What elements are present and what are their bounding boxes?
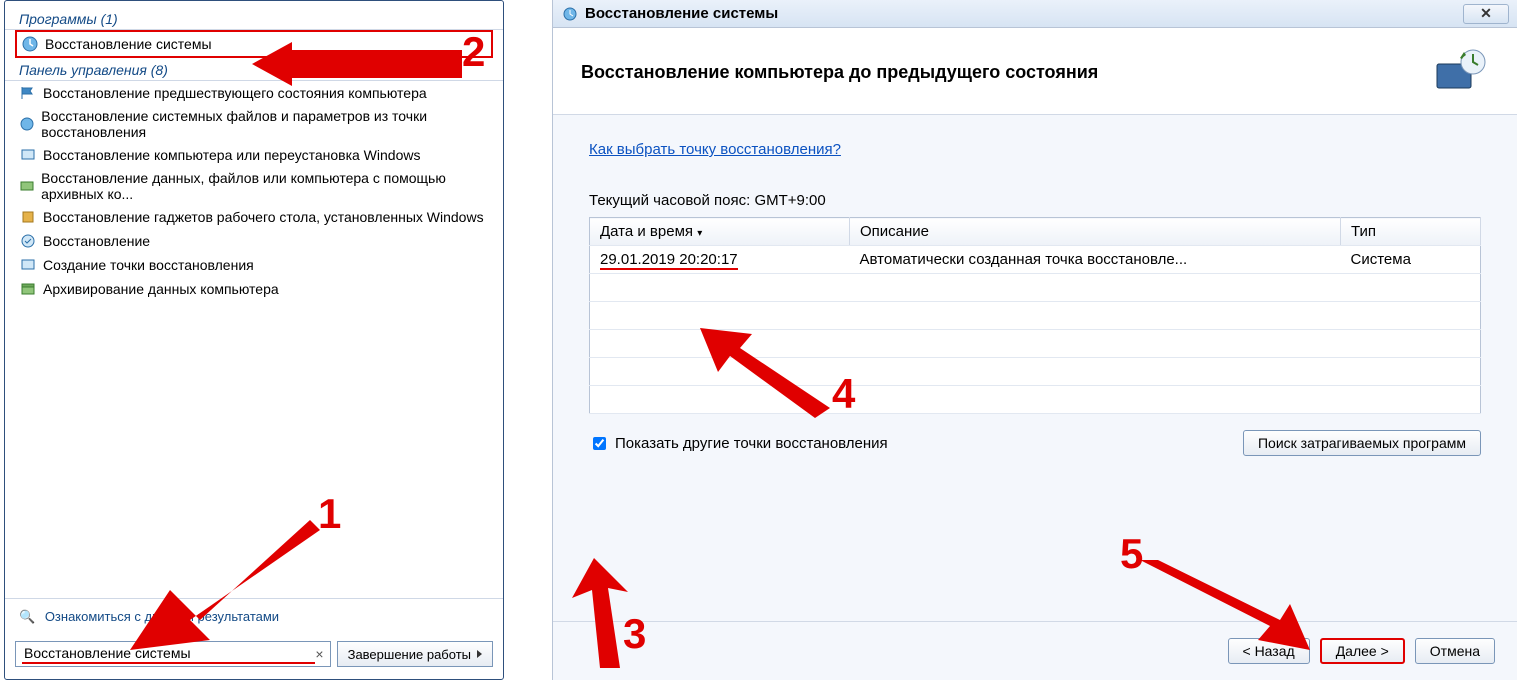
table-row	[590, 386, 1481, 414]
cell-type: Система	[1341, 246, 1481, 274]
cancel-button[interactable]: Отмена	[1415, 638, 1495, 664]
section-cp-header: Панель управления (8)	[5, 58, 503, 81]
table-row	[590, 358, 1481, 386]
restore-icon	[561, 5, 579, 23]
cp-label: Восстановление компьютера или переустано…	[43, 147, 420, 163]
annotation-number: 3	[623, 610, 646, 658]
annotation-number: 5	[1120, 530, 1143, 578]
wizard-footer: < Назад Далее > Отмена	[553, 621, 1517, 680]
flag-icon	[19, 84, 37, 102]
window-title: Восстановление системы	[585, 5, 778, 22]
search-input[interactable]	[22, 644, 315, 664]
col-date[interactable]: Дата и время ▾	[590, 218, 850, 246]
cp-item[interactable]: Восстановление	[5, 229, 503, 253]
help-link[interactable]: Как выбрать точку восстановления?	[589, 141, 1481, 158]
cell-desc: Автоматически созданная точка восстановл…	[850, 246, 1341, 274]
restore-icon	[19, 115, 35, 133]
cp-label: Восстановление гаджетов рабочего стола, …	[43, 209, 484, 225]
more-results-link[interactable]: 🔍 Ознакомиться с другими результатами	[5, 598, 503, 635]
search-icon: 🔍	[19, 609, 35, 624]
cp-item[interactable]: Восстановление данных, файлов или компью…	[5, 167, 503, 205]
annotation-number: 2	[462, 28, 485, 76]
gadget-icon	[19, 208, 37, 226]
section-programs-header: Программы (1)	[5, 7, 503, 30]
col-desc[interactable]: Описание	[850, 218, 1341, 246]
cp-item[interactable]: Восстановление предшествующего состояния…	[5, 81, 503, 105]
timezone-label: Текущий часовой пояс: GMT+9:00	[589, 192, 1481, 209]
shutdown-label: Завершение работы	[348, 647, 471, 662]
restore-icon	[21, 35, 39, 53]
affected-programs-button[interactable]: Поиск затрагиваемых программ	[1243, 430, 1481, 456]
restore-points-table: Дата и время ▾ Описание Тип 29.01.2019 2…	[589, 217, 1481, 414]
annotation-number: 4	[832, 370, 855, 418]
table-row[interactable]: 29.01.2019 20:20:17 Автоматически создан…	[590, 246, 1481, 274]
table-row	[590, 330, 1481, 358]
program-label: Восстановление системы	[45, 36, 212, 52]
col-type[interactable]: Тип	[1341, 218, 1481, 246]
system-restore-wizard: Восстановление системы ✕ Восстановление …	[552, 0, 1517, 680]
cp-label: Восстановление системных файлов и параме…	[41, 108, 489, 140]
cp-label: Восстановление	[43, 233, 150, 249]
wizard-heading: Восстановление компьютера до предыдущего…	[581, 62, 1098, 83]
cp-item[interactable]: Создание точки восстановления	[5, 253, 503, 277]
back-button[interactable]: < Назад	[1228, 638, 1310, 664]
cp-item[interactable]: Восстановление гаджетов рабочего стола, …	[5, 205, 503, 229]
close-icon: ✕	[1480, 5, 1492, 22]
restore-logo-icon	[1429, 48, 1489, 96]
recovery-icon	[19, 232, 37, 250]
next-button[interactable]: Далее >	[1320, 638, 1405, 664]
close-button[interactable]: ✕	[1463, 4, 1509, 24]
show-more-checkbox-label[interactable]: Показать другие точки восстановления	[589, 434, 888, 453]
cp-item[interactable]: Архивирование данных компьютера	[5, 277, 503, 301]
system-icon	[19, 256, 37, 274]
cp-item[interactable]: Восстановление компьютера или переустано…	[5, 143, 503, 167]
show-more-text: Показать другие точки восстановления	[615, 435, 888, 452]
archive-icon	[19, 280, 37, 298]
wizard-header: Восстановление компьютера до предыдущего…	[553, 28, 1517, 115]
more-results-label: Ознакомиться с другими результатами	[45, 609, 279, 624]
start-menu-panel: Программы (1) Восстановление системы Пан…	[4, 0, 504, 680]
table-row	[590, 274, 1481, 302]
table-row	[590, 302, 1481, 330]
cp-label: Архивирование данных компьютера	[43, 281, 279, 297]
cell-date: 29.01.2019 20:20:17	[600, 251, 738, 270]
sort-icon: ▾	[697, 228, 702, 239]
cp-label: Восстановление данных, файлов или компью…	[41, 170, 489, 202]
search-input-wrapper: ×	[15, 641, 331, 667]
show-more-checkbox[interactable]	[593, 437, 606, 450]
cp-label: Восстановление предшествующего состояния…	[43, 85, 427, 101]
cp-label: Создание точки восстановления	[43, 257, 254, 273]
annotation-number: 1	[318, 490, 341, 538]
window-titlebar: Восстановление системы ✕	[553, 0, 1517, 28]
clear-search-icon[interactable]: ×	[315, 646, 323, 662]
shutdown-button[interactable]: Завершение работы	[337, 641, 493, 667]
program-system-restore[interactable]: Восстановление системы	[15, 30, 493, 58]
cp-item[interactable]: Восстановление системных файлов и параме…	[5, 105, 503, 143]
backup-icon	[19, 177, 35, 195]
system-icon	[19, 146, 37, 164]
chevron-right-icon	[477, 650, 482, 658]
